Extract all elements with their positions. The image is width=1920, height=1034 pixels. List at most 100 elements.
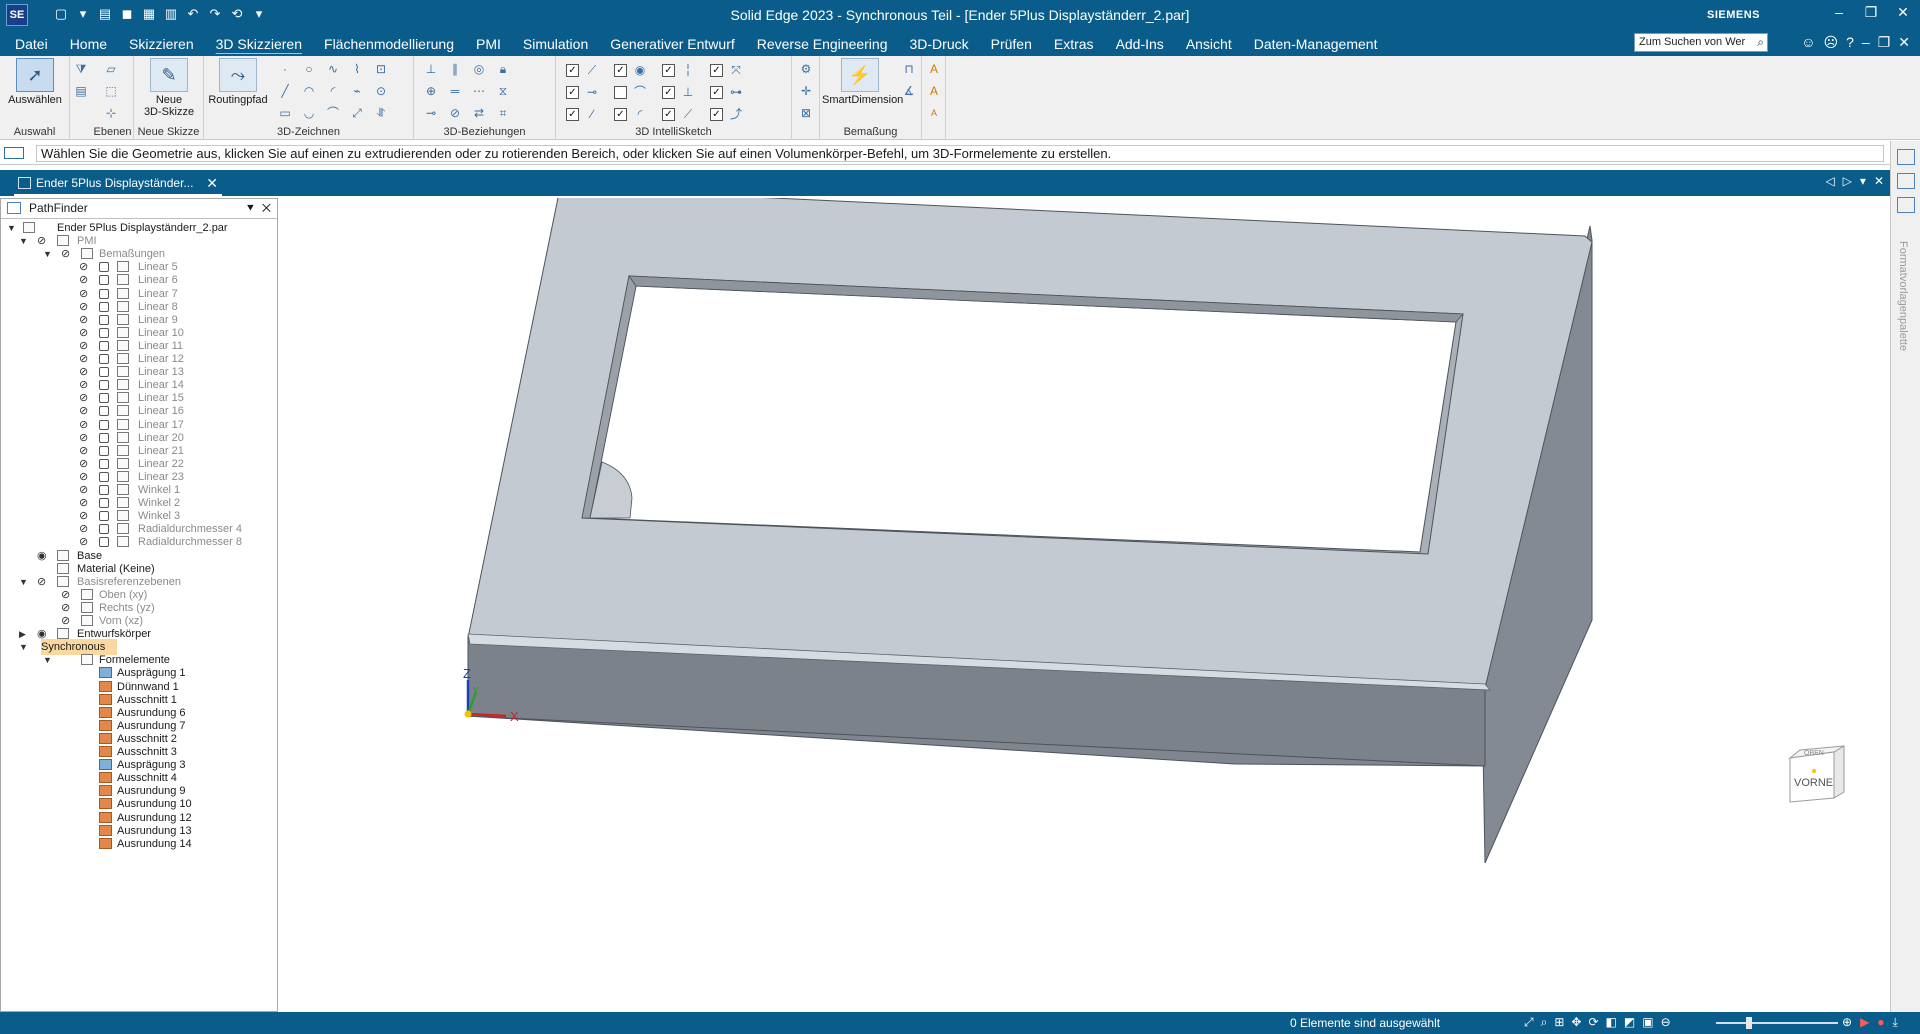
format-palette-label[interactable]: Formatvorlagenpalette <box>1897 241 1909 351</box>
fillet-icon[interactable]: ⌒ <box>324 104 342 122</box>
lock-icon[interactable] <box>99 485 109 495</box>
intellisketch-option-9[interactable]: ✓ ∕ <box>566 104 610 124</box>
pan-icon[interactable]: ✥ <box>1571 1015 1581 1030</box>
rectangle-icon[interactable]: ▭ <box>276 104 294 122</box>
trim-icon[interactable]: ⌁ <box>348 82 366 100</box>
tree-feature[interactable]: Ausrundung 14 <box>1 836 277 852</box>
intellisketch-option-4[interactable]: ✓ ⤧ <box>710 60 754 80</box>
tab-close-all-icon[interactable]: ✕ <box>1874 174 1884 188</box>
zoom-icon[interactable]: ⊞ <box>1554 1015 1564 1030</box>
plane-icon[interactable]: ▱ <box>102 60 120 78</box>
intellisketch-option-2[interactable]: ✓ ◉ <box>614 60 658 80</box>
tab-next-icon[interactable]: ▷ <box>1843 174 1852 188</box>
dock-properties-icon[interactable] <box>1896 149 1915 165</box>
sketch-snap-icon[interactable]: ✛ <box>797 82 815 100</box>
lock-icon[interactable] <box>99 511 109 522</box>
lock-icon[interactable] <box>99 471 109 482</box>
tab-pmi[interactable]: PMI <box>465 34 512 54</box>
pathfinder-options-icon[interactable]: ⯆ <box>246 201 256 215</box>
select-button[interactable]: ➚ Auswählen <box>8 58 62 106</box>
lock-icon[interactable] <box>99 445 109 456</box>
lock-icon[interactable] <box>99 262 109 273</box>
close-icon[interactable]: ✕ <box>1892 4 1914 21</box>
record-stop-icon[interactable]: ● <box>1877 1015 1884 1030</box>
annotation-small-icon[interactable]: A <box>925 104 943 122</box>
tangent-arc-icon[interactable]: ◜ <box>324 82 342 100</box>
intellisketch-option-6[interactable]: ⌒ <box>614 82 658 102</box>
relation-symmetric-icon[interactable]: ⧖ <box>494 82 512 100</box>
dock-palette-icon[interactable] <box>1896 197 1915 213</box>
smiley-happy-icon[interactable]: ☺ <box>1801 34 1815 51</box>
pathfinder-close-icon[interactable]: ✕ <box>262 201 271 215</box>
lock-icon[interactable] <box>99 458 109 469</box>
tab-extras[interactable]: Extras <box>1043 34 1105 54</box>
lock-icon[interactable] <box>99 327 109 338</box>
intellisketch-option-7[interactable]: ✓ ⊥ <box>662 82 706 102</box>
relation-collinear-icon[interactable]: ⋯ <box>470 82 488 100</box>
export-icon[interactable]: ⤓ <box>1893 1015 1898 1030</box>
ribbon-minimize-icon[interactable]: – <box>1862 34 1870 51</box>
relation-parallel-icon[interactable]: ∥ <box>446 60 464 78</box>
dock-help-icon[interactable] <box>1896 173 1915 189</box>
project-icon[interactable]: ⊡ <box>372 60 390 78</box>
intellisketch-option-3[interactable]: ✓ ╎ <box>662 60 706 80</box>
relation-connect-icon[interactable]: ⊕ <box>422 82 440 100</box>
spline-icon[interactable]: ⌇ <box>348 60 366 78</box>
lock-icon[interactable] <box>99 498 109 509</box>
relation-tangent-icon[interactable]: ⊘ <box>446 104 464 122</box>
relation-rigid-icon[interactable]: ⇄ <box>470 104 488 122</box>
zoom-slider[interactable] <box>1716 1017 1838 1029</box>
command-search-input[interactable]: Zum Suchen von Wer ⌕ <box>1634 33 1768 52</box>
lock-icon[interactable] <box>99 354 109 364</box>
intellisketch-option-11[interactable]: ✓ ⟋ <box>662 104 706 124</box>
sketch-settings-icon[interactable]: ⚙ <box>797 60 815 78</box>
tab-daten-management[interactable]: Daten-Management <box>1243 34 1389 54</box>
tab-prüfen[interactable]: Prüfen <box>980 34 1043 54</box>
zoom-slider-thumb[interactable] <box>1746 1017 1752 1029</box>
graphics-viewport[interactable]: X Z Y OBEN VORNE <box>280 187 1890 1012</box>
zoom-in-icon[interactable]: ⊕ <box>1842 1015 1852 1030</box>
tab-generativer-entwurf[interactable]: Generativer Entwurf <box>599 34 746 54</box>
restore-icon[interactable]: ❐ <box>1860 4 1882 21</box>
coordinate-system-icon[interactable]: ⊹ <box>102 104 120 122</box>
lock-icon[interactable] <box>99 419 109 430</box>
tab-3d-skizzieren[interactable]: 3D Skizzieren <box>205 34 313 54</box>
tab-add-ins[interactable]: Add-Ins <box>1105 34 1175 54</box>
intellisketch-option-1[interactable]: ✓ ⟋ <box>566 60 610 80</box>
intellisketch-option-10[interactable]: ✓ ◜ <box>614 104 658 124</box>
dimension-angle-icon[interactable]: ∡ <box>900 82 918 100</box>
view-style-icon[interactable]: ◩ <box>1624 1015 1635 1030</box>
record-video-icon[interactable]: ▶ <box>1860 1015 1869 1030</box>
mirror-icon[interactable]: ⥯ <box>372 104 390 122</box>
intellisketch-option-8[interactable]: ✓ ⊶ <box>710 82 754 102</box>
relation-show-icon[interactable]: ⌗ <box>494 104 512 122</box>
lock-icon[interactable] <box>99 380 109 391</box>
relation-lock-icon[interactable]: 🔒︎ <box>494 60 512 78</box>
tab-reverse-engineering[interactable]: Reverse Engineering <box>746 34 899 54</box>
plane-offset-icon[interactable]: ⬚ <box>102 82 120 100</box>
close-document-icon[interactable]: ✕ <box>206 172 218 194</box>
tab-skizzieren[interactable]: Skizzieren <box>118 34 205 54</box>
routing-path-button[interactable]: ⤳ Routingpfad <box>208 58 268 106</box>
help-icon[interactable]: ? <box>1846 34 1854 51</box>
tab-3d-druck[interactable]: 3D-Druck <box>899 34 980 54</box>
keyboard-icon[interactable] <box>4 147 24 159</box>
tab-simulation[interactable]: Simulation <box>512 34 599 54</box>
offset-icon[interactable]: ⊙ <box>372 82 390 100</box>
lock-icon[interactable] <box>99 275 109 286</box>
ribbon-restore-icon[interactable]: ❐ <box>1878 34 1891 51</box>
smart-dimension-button[interactable]: ⚡ SmartDimension <box>822 58 903 106</box>
relation-horizontal-icon[interactable]: ⊸ <box>422 104 440 122</box>
lock-icon[interactable] <box>99 406 109 417</box>
minimize-icon[interactable]: – <box>1828 4 1850 21</box>
filter-icon[interactable]: ⧩ <box>72 60 90 78</box>
fit-view-icon[interactable]: ⤢ <box>1524 1015 1534 1030</box>
lock-icon[interactable] <box>99 314 109 325</box>
shade-icon[interactable]: ◧ <box>1606 1015 1617 1030</box>
zoom-area-icon[interactable]: ⌕ <box>1541 1015 1548 1030</box>
intellisketch-option-5[interactable]: ✓ ⊸ <box>566 82 610 102</box>
lock-icon[interactable] <box>99 524 109 535</box>
lock-icon[interactable] <box>99 340 109 351</box>
lock-icon[interactable] <box>99 432 109 443</box>
line-icon[interactable]: ╱ <box>276 82 294 100</box>
